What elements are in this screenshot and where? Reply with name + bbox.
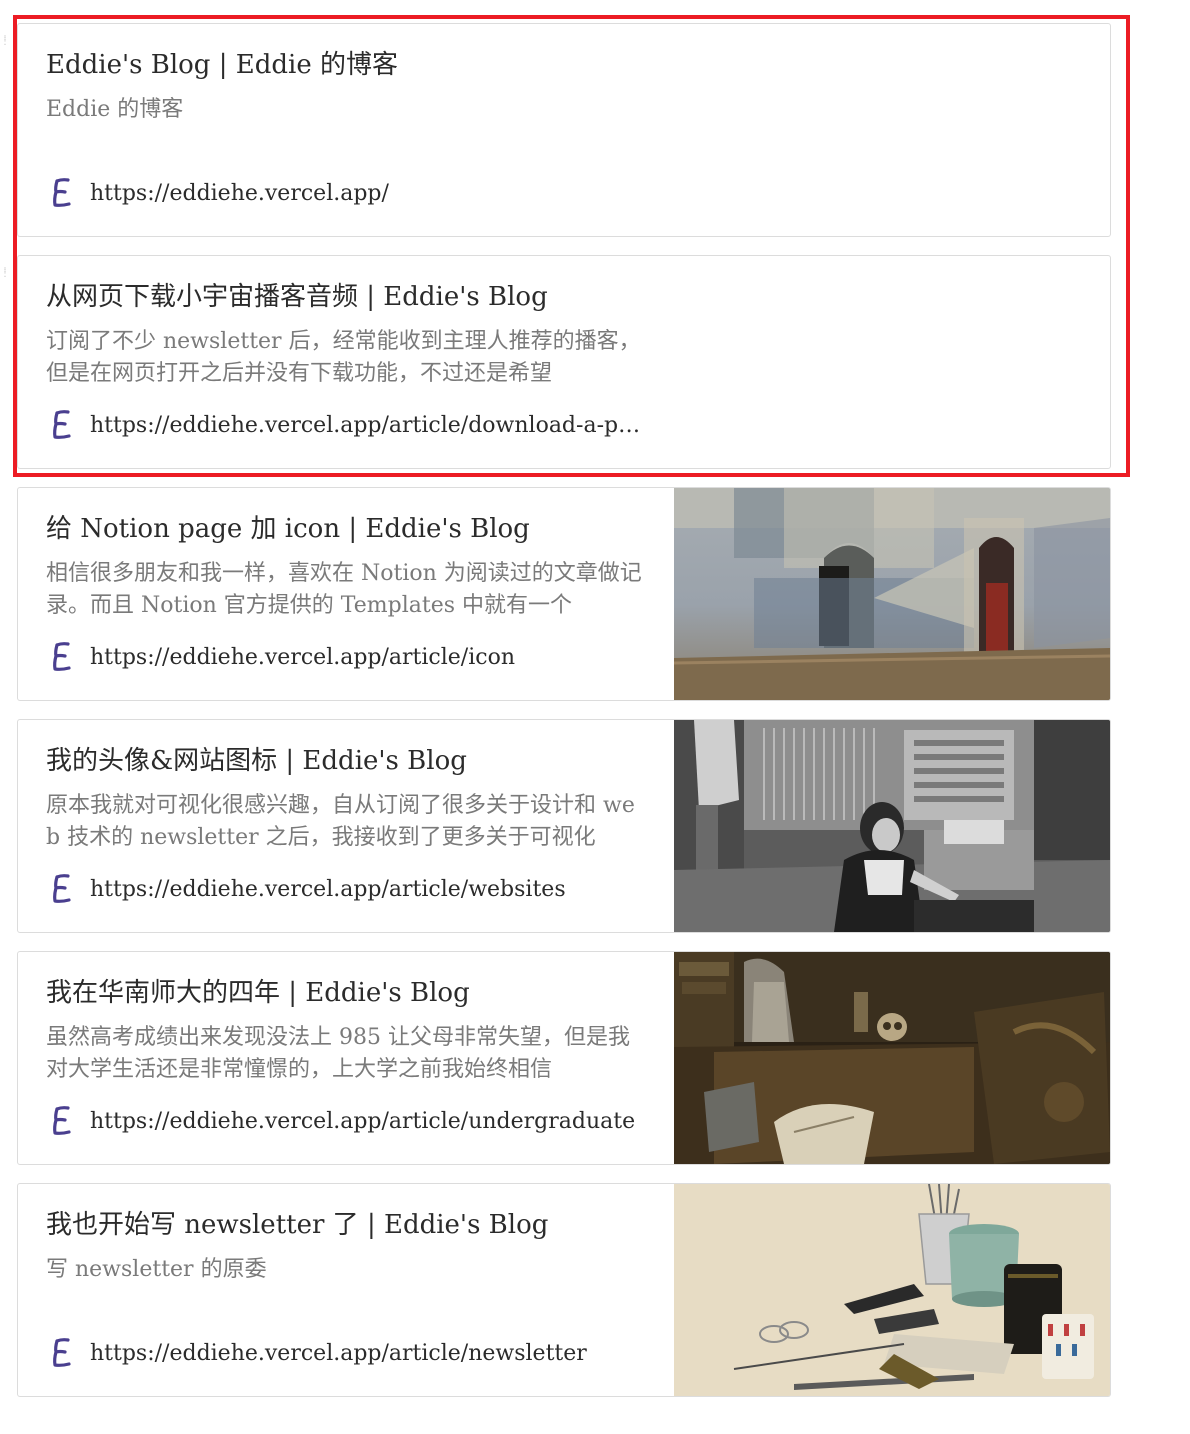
bookmark-description: 虽然高考成绩出来发现没法上 985 让父母非常失望，但是我对大学生活还是非常憧憬… — [46, 1025, 630, 1082]
bookmark-description: 相信很多朋友和我一样，喜欢在 Notion 为阅读过的文章做记录。而且 Noti… — [46, 561, 642, 618]
bookmark-card[interactable]: 我的头像&网站图标 | Eddie's Blog 原本我就对可视化很感兴趣，自从… — [17, 719, 1111, 933]
bookmark-text: 从网页下载小宇宙播客音频 | Eddie's Blog 订阅了不少 newsle… — [18, 256, 1110, 468]
eddie-e-icon — [53, 1106, 71, 1135]
bookmark-cover-image — [674, 720, 1110, 932]
eddie-e-icon — [53, 874, 71, 903]
bookmark-text: 给 Notion page 加 icon | Eddie's Blog 相信很多… — [18, 488, 674, 700]
bookmark-url[interactable]: https://eddiehe.vercel.app/article/under… — [90, 1109, 635, 1134]
bookmark-card[interactable]: 我在华南师大的四年 | Eddie's Blog 虽然高考成绩出来发现没法上 9… — [17, 951, 1111, 1165]
bookmark-text: 我的头像&网站图标 | Eddie's Blog 原本我就对可视化很感兴趣，自从… — [18, 720, 674, 932]
bookmark-title: 我也开始写 newsletter 了 | Eddie's Blog — [46, 1210, 549, 1240]
bookmark-description: Eddie 的博客 — [46, 97, 184, 122]
bookmark-card[interactable]: 给 Notion page 加 icon | Eddie's Blog 相信很多… — [17, 487, 1111, 701]
block-drag-handle[interactable]: ⋮ ⋮ — [0, 34, 6, 68]
bookmark-description: 订阅了不少 newsletter 后，经常能收到主理人推荐的播客，但是在网页打开… — [46, 329, 641, 386]
eddie-e-icon — [53, 642, 71, 671]
bookmark-title: Eddie's Blog | Eddie 的博客 — [46, 50, 398, 80]
eddie-e-icon — [53, 410, 71, 439]
bookmark-text: 我也开始写 newsletter 了 | Eddie's Blog 写 news… — [18, 1184, 674, 1396]
block-drag-handle[interactable]: ⋮ ⋮ — [0, 266, 6, 300]
bookmark-description: 原本我就对可视化很感兴趣，自从订阅了很多关于设计和 web 技术的 newsle… — [46, 793, 635, 850]
bookmark-cover-image — [674, 952, 1110, 1164]
bookmark-link[interactable]: https://eddiehe.vercel.app/article/newsl… — [48, 1336, 646, 1370]
bookmark-text: 我在华南师大的四年 | Eddie's Blog 虽然高考成绩出来发现没法上 9… — [18, 952, 674, 1164]
bookmark-url[interactable]: https://eddiehe.vercel.app/article/icon — [90, 645, 515, 670]
bookmark-link[interactable]: https://eddiehe.vercel.app/article/downl… — [48, 408, 650, 442]
bookmark-description: 写 newsletter 的原委 — [46, 1257, 267, 1282]
bookmark-title: 我在华南师大的四年 | Eddie's Blog — [46, 978, 470, 1008]
bookmark-link[interactable]: https://eddiehe.vercel.app/ — [48, 176, 1082, 210]
eddie-e-icon — [53, 1338, 71, 1367]
bookmark-title: 给 Notion page 加 icon | Eddie's Blog — [46, 514, 530, 544]
eddie-e-icon — [53, 178, 71, 207]
bookmark-card[interactable]: 从网页下载小宇宙播客音频 | Eddie's Blog 订阅了不少 newsle… — [17, 255, 1111, 469]
bookmark-cover-image — [674, 488, 1110, 700]
bookmark-url[interactable]: https://eddiehe.vercel.app/article/downl… — [90, 413, 650, 438]
bookmark-link[interactable]: https://eddiehe.vercel.app/article/websi… — [48, 872, 646, 906]
bookmark-card[interactable]: Eddie's Blog | Eddie 的博客 Eddie 的博客 https… — [17, 23, 1111, 237]
bookmark-text: Eddie's Blog | Eddie 的博客 Eddie 的博客 https… — [18, 24, 1110, 236]
bookmark-url[interactable]: https://eddiehe.vercel.app/ — [90, 181, 389, 206]
bookmark-cover-image — [674, 1184, 1110, 1396]
bookmark-link[interactable]: https://eddiehe.vercel.app/article/icon — [48, 640, 646, 674]
bookmark-url[interactable]: https://eddiehe.vercel.app/article/newsl… — [90, 1341, 587, 1366]
bookmark-title: 从网页下载小宇宙播客音频 | Eddie's Blog — [46, 282, 548, 312]
bookmark-card[interactable]: 我也开始写 newsletter 了 | Eddie's Blog 写 news… — [17, 1183, 1111, 1397]
bookmark-url[interactable]: https://eddiehe.vercel.app/article/websi… — [90, 877, 566, 902]
bookmark-link[interactable]: https://eddiehe.vercel.app/article/under… — [48, 1104, 646, 1138]
bookmark-title: 我的头像&网站图标 | Eddie's Blog — [46, 746, 467, 776]
